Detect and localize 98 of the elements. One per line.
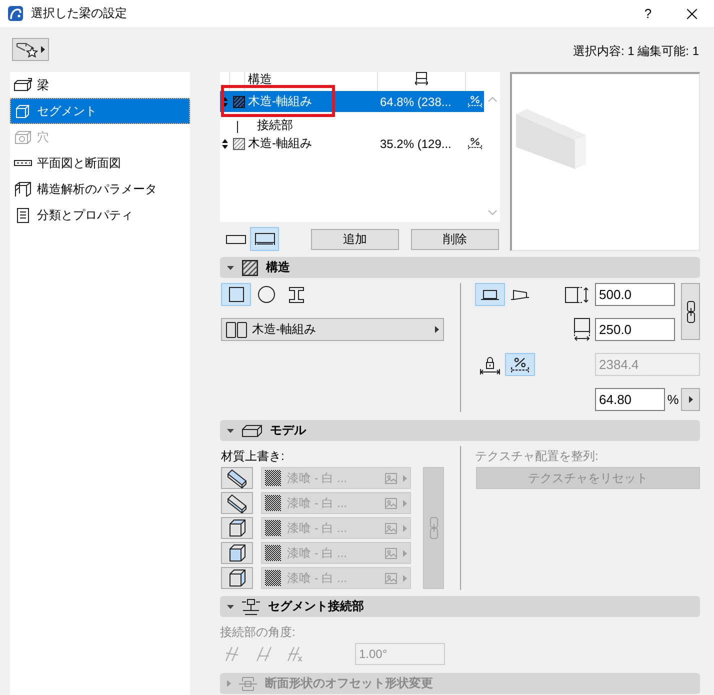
- app-logo-icon: [8, 6, 23, 21]
- joint-name: 接続部: [256, 118, 293, 132]
- section-title: モデル: [270, 422, 306, 439]
- hatch-swatch-icon: [233, 96, 245, 108]
- checker-swatch-icon: [265, 570, 281, 586]
- image-icon: [385, 572, 397, 584]
- table-row[interactable]: 接続部: [220, 112, 484, 133]
- tree-line-icon: [237, 121, 238, 133]
- segment-share: 35.2% (129...: [379, 136, 452, 150]
- section-title: 構造: [266, 259, 290, 276]
- sidebar-item[interactable]: 平面図と断面図: [10, 150, 190, 176]
- length-mode-button[interactable]: [505, 353, 535, 376]
- hatch-swatch-icon: [233, 138, 245, 150]
- percent-dimension-icon: [468, 137, 482, 150]
- section-title: セグメント接続部: [268, 598, 364, 615]
- beam-outline-icon: [242, 424, 262, 436]
- share-field[interactable]: 64.80: [595, 388, 665, 411]
- hole-box-icon: [13, 129, 33, 145]
- surface-button[interactable]: [221, 467, 253, 489]
- surface-button[interactable]: [221, 517, 253, 539]
- delete-button[interactable]: 削除: [411, 228, 499, 250]
- beam-outline-icon: [254, 232, 276, 246]
- override-label: 材質上書き:: [221, 450, 284, 463]
- surface-button[interactable]: [221, 542, 253, 564]
- angle-label: 接続部の角度:: [220, 626, 296, 639]
- rectangle-icon: [226, 234, 246, 244]
- shape-toggle-button[interactable]: [221, 283, 251, 306]
- surface-button[interactable]: [221, 492, 253, 514]
- percent-dimension-icon: [511, 356, 529, 372]
- caret-icon: [403, 574, 407, 582]
- lock-dimension-icon: [480, 354, 500, 374]
- chevron-up-icon: [488, 97, 496, 102]
- caret-icon: [435, 326, 439, 333]
- sidebar-item[interactable]: セグメント: [10, 98, 190, 124]
- surface-button[interactable]: [221, 567, 253, 589]
- beam-star-icon: [16, 40, 40, 58]
- chain-link-icon: [686, 300, 694, 322]
- width-dimension-icon: [574, 318, 590, 341]
- caret-icon: [403, 550, 407, 556]
- double-rectangle-icon: [226, 322, 247, 338]
- segment-share: 64.8% (238...: [379, 94, 452, 108]
- beam-icon: [13, 77, 33, 93]
- chevron-down-icon: [488, 210, 496, 215]
- building-material-dropdown[interactable]: 木造-軸組み: [221, 318, 444, 341]
- offset-profile-icon: [239, 676, 257, 692]
- i-beam-icon: [288, 286, 304, 302]
- square-icon: [228, 287, 244, 302]
- section-header[interactable]: 構造: [220, 257, 700, 278]
- checker-swatch-icon: [265, 520, 281, 536]
- reorder-handle-icon: [222, 96, 228, 106]
- sidebar-item[interactable]: 梁: [10, 72, 190, 98]
- window-title: 選択した梁の設定: [31, 5, 127, 22]
- section-title: 断面形状のオフセット形状変更: [265, 675, 433, 692]
- checker-swatch-icon: [265, 545, 281, 561]
- tool-menu-button[interactable]: [12, 38, 49, 61]
- add-button[interactable]: 追加: [311, 228, 399, 250]
- image-icon: [385, 522, 397, 534]
- sidebar-item[interactable]: 構造解析のパラメータ: [10, 176, 190, 202]
- width-dimension-icon: [415, 72, 428, 86]
- view-toggle-button[interactable]: [250, 227, 279, 251]
- caret-icon: [403, 524, 407, 532]
- section-header[interactable]: セグメント接続部: [220, 596, 700, 617]
- menu-arrow-button[interactable]: [681, 388, 700, 411]
- caret-icon: [688, 396, 692, 403]
- table-row[interactable]: 木造-軸組み 35.2% (129...: [220, 133, 484, 154]
- table-row[interactable]: 木造-軸組み 64.8% (238...: [220, 91, 484, 112]
- segment-name: 木造-軸組み: [247, 135, 312, 152]
- sidebar-item[interactable]: 分類とプロパティ: [10, 202, 190, 228]
- texture-label: テクスチャ配置を整列:: [475, 450, 598, 463]
- image-icon: [385, 498, 397, 508]
- link-button[interactable]: [681, 283, 700, 340]
- width-field[interactable]: 250.0: [595, 318, 675, 341]
- section-header[interactable]: モデル: [220, 420, 700, 441]
- selection-info: 選択内容: 1 編集可能: 1: [572, 43, 699, 60]
- close-icon: [687, 8, 697, 18]
- beam-face-icon: [225, 468, 249, 488]
- reorder-handle-icon: [222, 138, 228, 148]
- unit-label: %: [666, 392, 680, 407]
- image-icon: [385, 472, 397, 484]
- segment-name: 木造-軸組み: [247, 93, 312, 110]
- frame-icon: [13, 181, 33, 197]
- joint-icon: [242, 598, 260, 614]
- height-dimension-icon: [565, 286, 590, 302]
- help-button[interactable]: ?: [626, 0, 670, 27]
- caret-icon: [403, 500, 407, 506]
- beam-face-icon: [225, 492, 249, 514]
- checker-swatch-icon: [265, 495, 281, 511]
- trapezoid-icon: [511, 290, 529, 300]
- profile-toggle-button[interactable]: [475, 283, 505, 306]
- percent-dimension-icon: [468, 95, 482, 108]
- height-field[interactable]: 500.0: [595, 283, 675, 306]
- caret-icon: [403, 474, 407, 482]
- hatch-icon: [242, 260, 258, 276]
- chain-link-icon: [430, 517, 438, 539]
- image-icon: [385, 548, 397, 558]
- checker-swatch-icon: [265, 470, 281, 486]
- caret-icon: [41, 46, 45, 53]
- circle-icon: [258, 286, 274, 303]
